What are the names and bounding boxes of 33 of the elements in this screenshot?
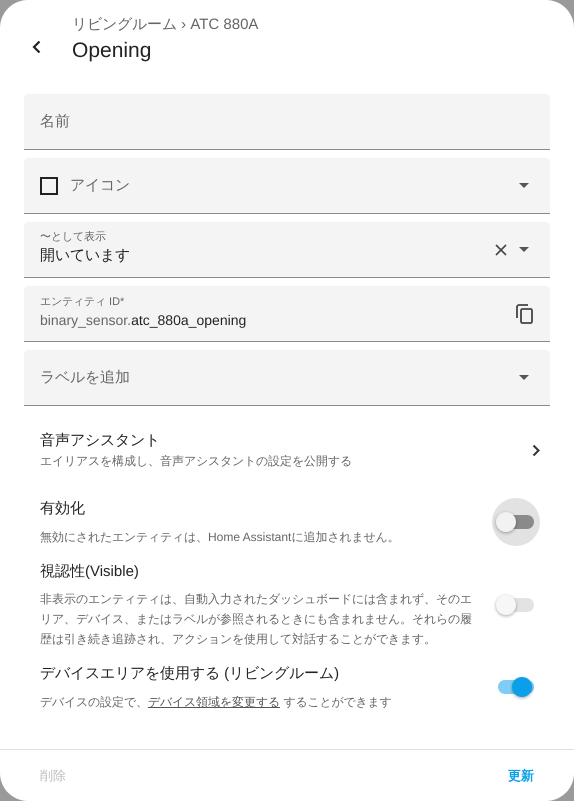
field-placeholder: ラベルを追加 xyxy=(40,368,130,386)
entity-prefix: binary_sensor. xyxy=(40,310,132,330)
setting-title: 有効化 xyxy=(40,499,86,519)
add-label-field[interactable]: ラベルを追加 xyxy=(24,350,550,406)
field-label: 〜として表示 xyxy=(40,231,107,246)
toggle-switch[interactable] xyxy=(498,515,534,530)
dropdown-caret-icon[interactable] xyxy=(519,183,529,188)
change-device-area-link[interactable]: デバイス領域を変更する xyxy=(148,694,280,708)
setting-description: デバイスの設定で、デバイス領域を変更する することができます xyxy=(40,694,392,710)
item-description: エイリアスを構成し、音声アシスタントの設定を公開する xyxy=(40,453,353,470)
field-label: エンティティ ID* xyxy=(40,296,126,310)
setting-description: 無効にされたエンティティは、Home Assistantに追加されません。 xyxy=(40,528,400,546)
field-value: 開いています xyxy=(40,246,131,266)
copy-icon[interactable] xyxy=(516,304,534,324)
icon-picker-field[interactable]: アイコン xyxy=(24,158,550,214)
breadcrumb: リビングルーム › ATC 880A xyxy=(72,16,258,35)
setting-title: 視認性(Visible) xyxy=(40,562,140,582)
field-value: atc_880a_opening xyxy=(131,310,246,330)
name-field[interactable]: 名前 xyxy=(24,94,550,150)
setting-title: デバイスエリアを使用する (リビングルーム) xyxy=(40,664,340,684)
chevron-right-icon xyxy=(532,444,540,456)
dropdown-caret-icon[interactable] xyxy=(519,375,529,380)
display-as-select[interactable]: 〜として表示 開いています xyxy=(24,222,550,278)
dialog-title: Opening xyxy=(72,38,152,64)
setting-description: 非表示のエンティティは、自動入力されたダッシュボードには含まれず、そのエリア、デバイス、またはラベルが参照されるときにも含まれません。それらの履歴は引き続き追跡され、アクションを使用して対話することができます。 xyxy=(40,591,473,648)
item-title: 音声アシスタント xyxy=(40,430,161,451)
clear-icon[interactable] xyxy=(495,244,507,256)
entity-id-field[interactable]: エンティティ ID* binary_sensor.atc_880a_opening xyxy=(24,286,550,342)
field-placeholder: アイコン xyxy=(70,176,130,194)
empty-square-icon xyxy=(40,176,58,194)
voice-assistant-item[interactable]: 音声アシスタント エイリアスを構成し、音声アシスタントの設定を公開する xyxy=(0,426,574,474)
dropdown-caret-icon[interactable] xyxy=(519,247,529,252)
toggle-switch[interactable] xyxy=(498,680,534,694)
